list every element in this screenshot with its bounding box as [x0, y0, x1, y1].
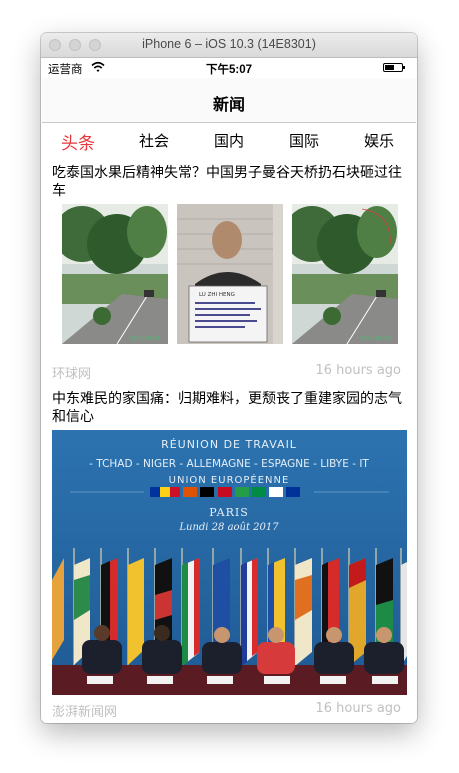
banner-line4: PARIS	[209, 506, 249, 519]
phone-screen: 运营商 下午5:07 新闻 头条 社会 国内 国际 娱乐 吃泰国水果后精神失常？…	[42, 58, 416, 723]
simulator-window: iPhone 6 – iOS 10.3 (14E8301) 运营商 下午5:07…	[41, 33, 417, 723]
banner-line1: RÉUNION DE TRAVAIL	[161, 438, 297, 451]
headline: 吃泰国水果后精神失常？中国男子曼谷天桥扔石块砸过往车	[52, 165, 402, 199]
news-item-2[interactable]: 中东难民的家国痛：归期难料，更颓丧了重建家园的志气和信心 RÉUNION DE …	[52, 390, 408, 723]
cctv-timestamp: 2017-08-27	[130, 336, 160, 342]
navigation-bar: 新闻	[42, 78, 416, 123]
news-item-1[interactable]: 吃泰国水果后精神失常？中国男子曼谷天桥扔石块砸过往车 2017-08-27 LU…	[52, 164, 408, 384]
status-time: 下午5:07	[205, 64, 253, 76]
banner-line3: UNION EUROPÉENNE	[169, 473, 290, 486]
tab-entertainment[interactable]: 娱乐	[364, 130, 394, 151]
image-row: 2017-08-27 LU ZHI HENG 2017-08-27	[62, 204, 398, 344]
flag-strip	[150, 487, 300, 497]
mugshot-sign-text: LU ZHI HENG	[199, 292, 235, 298]
article-source: 澎湃新闻网	[52, 705, 118, 720]
banner-line2: - TCHAD - NIGER - ALLEMAGNE - ESPAGNE - …	[89, 458, 369, 470]
article-photo-cctv-right: 2017-08-27	[292, 204, 398, 344]
tab-society[interactable]: 社会	[139, 130, 169, 151]
article-photo-cctv-left: 2017-08-27	[62, 204, 168, 344]
battery-icon	[383, 63, 405, 72]
window-title: iPhone 6 – iOS 10.3 (14E8301)	[142, 37, 316, 51]
category-tabs: 头条 社会 国内 国际 娱乐	[42, 130, 416, 156]
article-photo-conference: RÉUNION DE TRAVAIL - TCHAD - NIGER - ALL…	[52, 430, 407, 695]
article-source: 环球网	[52, 367, 92, 382]
status-bar: 运营商 下午5:07	[42, 58, 416, 78]
banner-line5: Lundi 28 août 2017	[178, 522, 279, 533]
article-time: 16 hours ago	[315, 363, 401, 378]
article-photo-mugshot: LU ZHI HENG	[177, 204, 283, 344]
tab-domestic[interactable]: 国内	[214, 130, 244, 151]
tab-headlines[interactable]: 头条	[61, 129, 95, 154]
page-title: 新闻	[212, 95, 245, 114]
window-titlebar[interactable]: iPhone 6 – iOS 10.3 (14E8301)	[41, 33, 417, 58]
article-time: 16 hours ago	[315, 701, 401, 716]
tab-international[interactable]: 国际	[289, 130, 319, 151]
cctv-timestamp: 2017-08-27	[360, 336, 390, 342]
headline: 中东难民的家国痛：归期难料，更颓丧了重建家园的志气和信心	[52, 391, 402, 425]
